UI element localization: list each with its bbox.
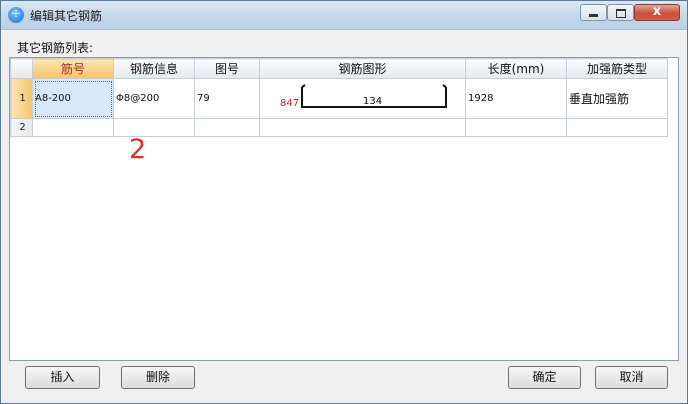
row-number[interactable]: 1: [10, 78, 33, 119]
close-button[interactable]: x: [634, 4, 680, 21]
table-row[interactable]: 1 A8-200 Φ8@200 79 847 134 1928 垂直加强筋: [10, 78, 668, 119]
app-icon: ☩: [8, 7, 24, 23]
column-header-length[interactable]: 长度(mm): [465, 58, 567, 79]
rebar-shape-drawing: 847 134: [280, 84, 447, 109]
column-header-rein-type[interactable]: 加强筋类型: [566, 58, 668, 79]
window-title: 编辑其它钢筋: [30, 9, 103, 23]
cell-rein-type[interactable]: [566, 118, 668, 137]
rebar-hook-left: [301, 84, 306, 88]
ok-button[interactable]: 确定: [508, 366, 581, 389]
cell-shape[interactable]: [259, 118, 466, 137]
cell-bar-info[interactable]: Φ8@200: [113, 78, 195, 119]
cell-fig-no[interactable]: 79: [194, 78, 260, 119]
minimize-button[interactable]: [580, 4, 607, 21]
shape-left-leg-label: 847: [280, 98, 299, 109]
rebar-grid[interactable]: 筋号 钢筋信息 图号 钢筋图形 长度(mm) 加强筋类型 1 A8-200 Φ8…: [9, 57, 679, 361]
cell-rein-type[interactable]: 垂直加强筋: [566, 78, 668, 119]
row-number[interactable]: 2: [10, 118, 33, 137]
table-row[interactable]: 2: [10, 118, 668, 137]
cell-length[interactable]: [465, 118, 567, 137]
column-header-bar-no[interactable]: 筋号: [32, 58, 114, 79]
cell-bar-no[interactable]: [32, 118, 114, 137]
cell-length[interactable]: 1928: [465, 78, 567, 119]
cell-fig-no[interactable]: [194, 118, 260, 137]
title-bar[interactable]: ☩ 编辑其它钢筋 x: [1, 1, 687, 30]
close-icon: x: [652, 4, 662, 19]
shape-middle-label: 134: [363, 96, 382, 107]
maximize-button[interactable]: [607, 4, 634, 21]
column-header-bar-info[interactable]: 钢筋信息: [113, 58, 195, 79]
list-label: 其它钢筋列表:: [17, 41, 94, 55]
cancel-button[interactable]: 取消: [595, 366, 668, 389]
column-header-shape[interactable]: 钢筋图形: [259, 58, 466, 79]
delete-button[interactable]: 删除: [121, 366, 195, 389]
insert-button[interactable]: 插入: [25, 366, 100, 389]
corner-header: [10, 58, 33, 79]
annotation-number: 2: [129, 134, 147, 165]
edit-other-rebar-dialog: ☩ 编辑其它钢筋 x 其它钢筋列表: 筋号 钢筋信息 图号 钢筋图形 长度(mm…: [0, 0, 688, 404]
cell-shape[interactable]: 847 134: [259, 78, 466, 119]
rebar-hook-right: [442, 84, 447, 88]
cell-bar-info[interactable]: [113, 118, 195, 137]
cell-bar-no[interactable]: A8-200: [32, 78, 114, 119]
column-header-fig-no[interactable]: 图号: [194, 58, 260, 79]
